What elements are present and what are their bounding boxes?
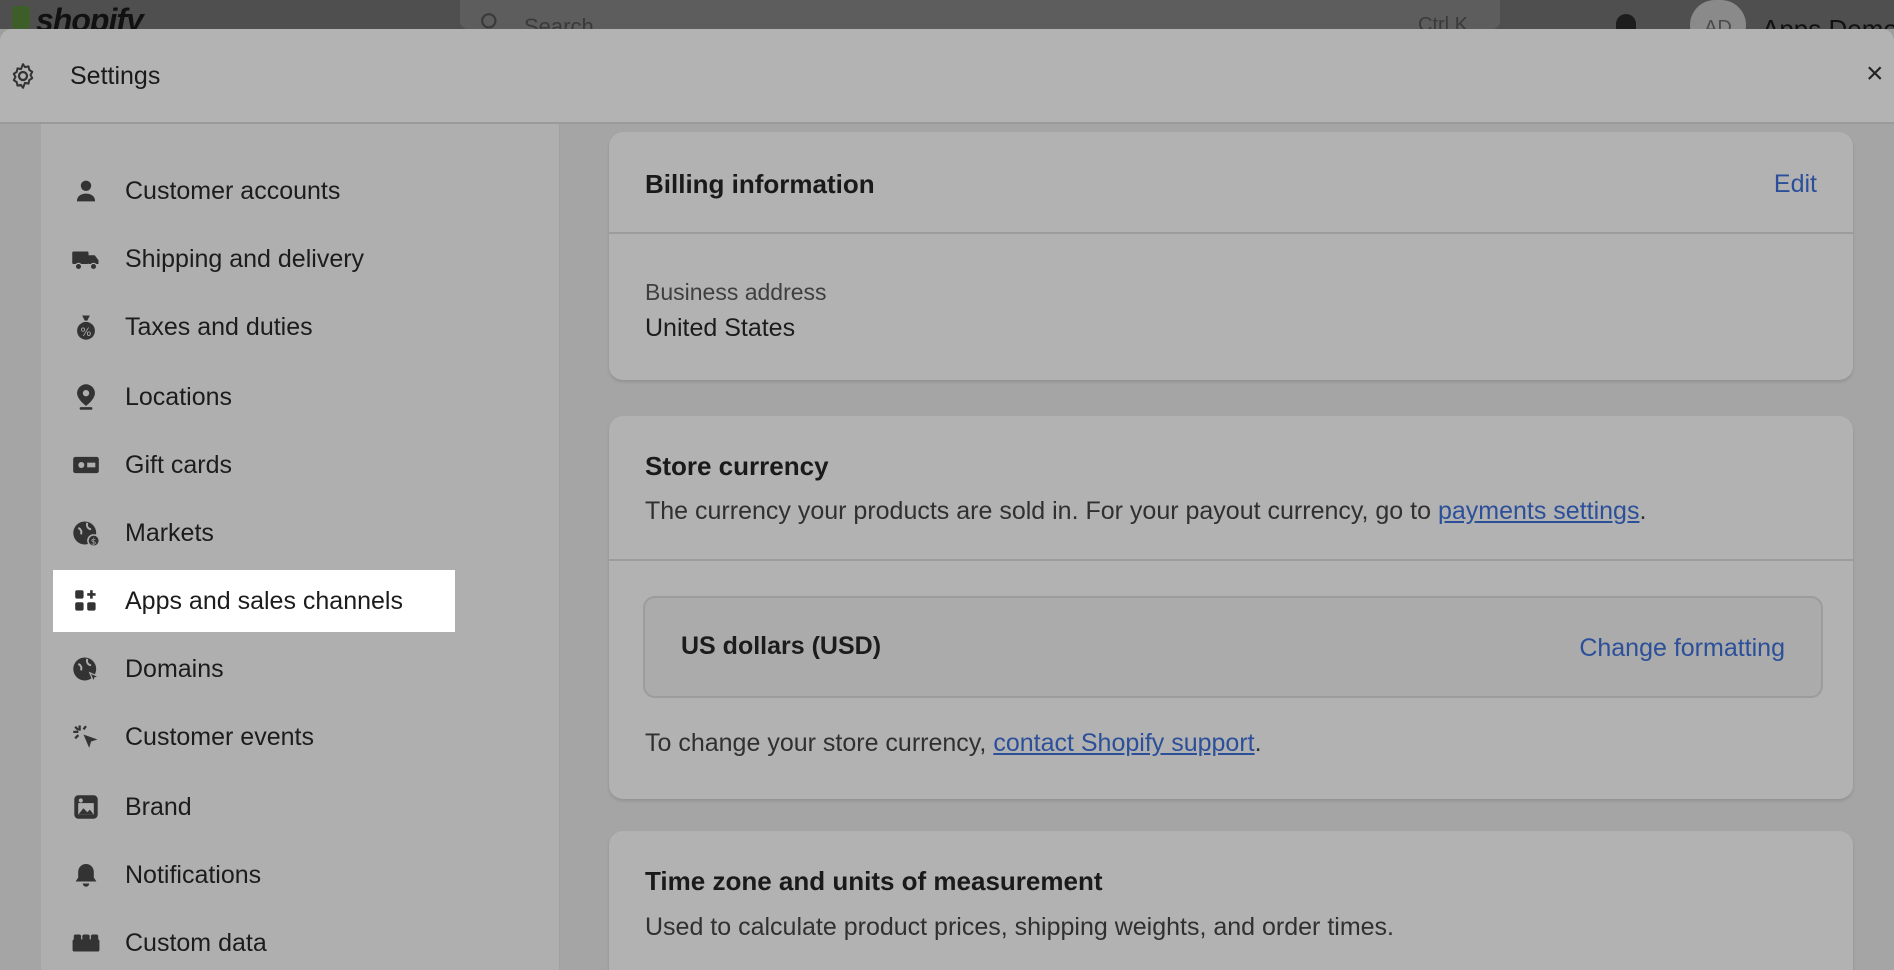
business-address-value: United States — [645, 314, 796, 342]
person-icon — [71, 176, 101, 206]
payments-settings-link[interactable]: payments settings — [1438, 497, 1640, 525]
sidebar-item-label: Shipping and delivery — [125, 244, 365, 273]
cursor-click-icon — [71, 722, 101, 752]
store-currency-footer: To change your store currency, contact S… — [645, 729, 1262, 758]
contact-support-link[interactable]: contact Shopify support — [993, 729, 1254, 757]
search-bar[interactable]: Search Ctrl K — [460, 0, 1500, 29]
description-text: The currency your products are sold in. … — [645, 497, 1438, 525]
tax-bag-icon: % — [71, 312, 101, 342]
top-bar: shopify Search Ctrl K AD Apps Demo — [0, 0, 1894, 29]
time-zone-title: Time zone and units of measurement — [645, 866, 1103, 896]
gear-icon — [12, 63, 34, 89]
svg-text:$: $ — [91, 537, 97, 547]
database-icon — [71, 928, 101, 958]
sidebar-item-label: Locations — [125, 382, 233, 411]
footer-suffix: . — [1254, 729, 1262, 757]
divider — [609, 559, 1853, 561]
store-currency-card: Store currency The currency your product… — [609, 416, 1853, 799]
sidebar-item-label: Brand — [125, 792, 192, 821]
sidebar-item-label: Gift cards — [125, 450, 232, 479]
search-placeholder: Search — [524, 14, 594, 29]
search-shortcut: Ctrl K — [1418, 14, 1468, 29]
truck-icon — [71, 244, 101, 274]
shopify-logo-icon — [12, 6, 30, 29]
avatar[interactable]: AD — [1690, 0, 1746, 29]
page-title: Settings — [70, 62, 161, 90]
store-currency-title: Store currency — [645, 451, 829, 481]
sidebar-item-brand[interactable]: Brand — [53, 776, 455, 838]
apps-icon — [71, 586, 101, 616]
bell-icon — [71, 860, 101, 890]
footer-text: To change your store currency, — [645, 729, 994, 757]
sidebar-item-label: Taxes and duties — [125, 312, 313, 341]
notification-bell-icon[interactable] — [1616, 14, 1636, 29]
image-icon — [71, 792, 101, 822]
svg-text:%: % — [81, 325, 92, 339]
location-pin-icon — [71, 382, 101, 412]
sidebar-item-label: Notifications — [125, 860, 262, 889]
sidebar-item-domains[interactable]: Domains — [53, 638, 455, 700]
sidebar-item-gift-cards[interactable]: Gift cards — [53, 434, 455, 496]
store-currency-description: The currency your products are sold in. … — [645, 497, 1646, 526]
currency-name: US dollars (USD) — [681, 632, 882, 660]
sidebar-item-custom-data[interactable]: Custom data — [53, 912, 455, 970]
time-zone-description: Used to calculate product prices, shippi… — [645, 913, 1394, 941]
search-icon — [481, 13, 497, 29]
description-suffix: . — [1639, 497, 1647, 525]
sidebar-item-shipping-and-delivery[interactable]: Shipping and delivery — [53, 228, 455, 290]
billing-information-card: Billing information Edit Business addres… — [609, 132, 1853, 380]
settings-modal: Settings × Customer accounts Shipping an… — [0, 29, 1894, 970]
settings-header: Settings × — [0, 29, 1894, 124]
sidebar-item-label: Domains — [125, 654, 224, 683]
sidebar-item-label: Custom data — [125, 928, 267, 957]
sidebar-item-locations[interactable]: Locations — [53, 366, 455, 428]
sidebar-item-label: Apps and sales channels — [125, 586, 403, 615]
billing-title: Billing information — [645, 169, 875, 199]
divider — [609, 232, 1853, 234]
sidebar-item-label: Markets — [125, 518, 214, 547]
currency-box: US dollars (USD) Change formatting — [643, 596, 1823, 698]
sidebar-item-label: Customer accounts — [125, 176, 341, 205]
globe-icon — [71, 654, 101, 684]
sidebar-item-notifications[interactable]: Notifications — [53, 844, 455, 906]
shopify-logo: shopify — [36, 2, 144, 29]
sidebar-item-markets[interactable]: $ Markets — [53, 502, 455, 564]
billing-edit-link[interactable]: Edit — [1774, 170, 1817, 199]
globe-money-icon: $ — [71, 518, 101, 548]
gift-card-icon — [71, 450, 101, 480]
sidebar-item-taxes-and-duties[interactable]: % Taxes and duties — [53, 296, 455, 358]
sidebar-item-customer-accounts[interactable]: Customer accounts — [53, 160, 455, 222]
settings-sidebar: Customer accounts Shipping and delivery … — [41, 124, 560, 970]
store-name[interactable]: Apps Demo — [1762, 14, 1894, 29]
change-formatting-link[interactable]: Change formatting — [1579, 634, 1785, 663]
sidebar-item-label: Customer events — [125, 722, 314, 751]
business-address-label: Business address — [645, 279, 827, 305]
sidebar-item-customer-events[interactable]: Customer events — [53, 706, 455, 768]
close-icon[interactable]: × — [1866, 59, 1884, 89]
sidebar-item-apps-and-sales-channels[interactable]: Apps and sales channels — [53, 570, 455, 632]
time-zone-card: Time zone and units of measurement Used … — [609, 831, 1853, 970]
